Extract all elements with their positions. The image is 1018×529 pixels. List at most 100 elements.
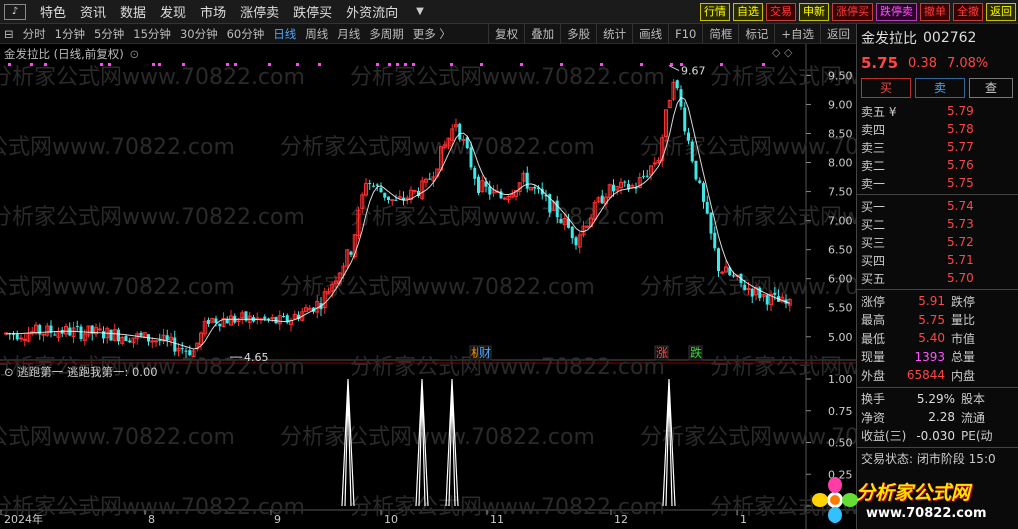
- signal-dot: [8, 63, 11, 66]
- stat-row: 换手 5.29% 股本: [857, 390, 1018, 409]
- stat-value: 5.40: [918, 331, 945, 346]
- asks-row[interactable]: 卖五 ¥ 5.79: [857, 102, 1018, 120]
- candle-body: [79, 326, 83, 340]
- menu-more-caret-icon[interactable]: ▼: [416, 6, 424, 17]
- candle-body: [109, 329, 113, 341]
- stat-value: 1393: [914, 349, 945, 364]
- buy-button[interactable]: 买: [861, 78, 911, 98]
- chart-options-icon[interactable]: ⊙: [129, 47, 139, 61]
- period-2[interactable]: 5分钟: [94, 26, 124, 42]
- period-7[interactable]: 周线: [305, 26, 328, 42]
- candle-body: [675, 80, 679, 89]
- menu-features[interactable]: 特色: [40, 2, 66, 21]
- event-marker-1: 财: [479, 346, 491, 360]
- candle-body: [173, 337, 177, 352]
- signal-dot: [560, 63, 563, 66]
- quick-button-0[interactable]: 行情: [700, 3, 730, 21]
- menu-market[interactable]: 市场: [200, 2, 226, 21]
- bids-row[interactable]: 买五 5.70: [857, 269, 1018, 287]
- asks-row[interactable]: 卖三 5.77: [857, 138, 1018, 156]
- tool-button-1[interactable]: 叠加: [524, 24, 560, 44]
- bids-label: 买五: [861, 271, 886, 286]
- watermark-text: 分析家公式网www.70822.com: [0, 65, 305, 90]
- period-8[interactable]: 月线: [337, 26, 360, 42]
- candle-body: [623, 181, 627, 183]
- stat-label-2: 跌停: [951, 294, 976, 309]
- quick-button-6[interactable]: 撤单: [920, 3, 950, 21]
- tool-button-0[interactable]: 复权: [488, 24, 524, 44]
- stat-value: 5.91: [918, 294, 945, 309]
- signal-dot: [388, 63, 391, 66]
- quick-button-3[interactable]: 申新: [799, 3, 829, 21]
- quick-button-5[interactable]: 跌停卖: [876, 3, 917, 21]
- kline-chart[interactable]: 分析家公式网www.70822.com 分析家公式网www.70822.com 分析…: [0, 44, 856, 529]
- quick-button-8[interactable]: 返回: [986, 3, 1016, 21]
- candle-body: [270, 317, 275, 320]
- period-0[interactable]: 分时: [23, 26, 46, 42]
- menu-data[interactable]: 数据: [120, 2, 146, 21]
- chart-corner-icons[interactable]: ◇ ◇: [772, 46, 792, 59]
- candle-body: [765, 295, 769, 305]
- candle-body: [102, 331, 105, 339]
- candle-body: [188, 350, 192, 356]
- indicator-toggle-icon[interactable]: ⊙: [4, 365, 14, 379]
- candle-body: [274, 317, 278, 324]
- period-10[interactable]: 更多 〉: [413, 26, 451, 42]
- candle-body: [559, 218, 563, 223]
- bids-row[interactable]: 买一 5.74: [857, 197, 1018, 215]
- menu-foreign-flow[interactable]: 外资流向: [346, 2, 398, 21]
- candle-body: [732, 275, 735, 277]
- date-tick-label: 8: [148, 513, 155, 526]
- asks-label: 卖一: [861, 176, 886, 191]
- menu-limit-down-buy[interactable]: 跌停买: [293, 2, 332, 21]
- candle-body: [22, 338, 27, 341]
- period-3[interactable]: 15分钟: [133, 26, 171, 42]
- tool-button-3[interactable]: 统计: [596, 24, 632, 44]
- chart-toolbar: 复权 叠加 多股 统计 画线 F10 简框 标记 +自选 返回: [488, 24, 856, 44]
- signal-dot: [640, 63, 643, 66]
- app-logo-icon[interactable]: ♪: [4, 3, 26, 20]
- period-1[interactable]: 1分钟: [55, 26, 85, 42]
- stat-label: 现量: [861, 350, 886, 365]
- signal-dot: [762, 63, 765, 66]
- tool-button-9[interactable]: 返回: [820, 24, 856, 44]
- sell-button[interactable]: 卖: [915, 78, 965, 98]
- bids-row[interactable]: 买四 5.71: [857, 251, 1018, 269]
- period-4[interactable]: 30分钟: [180, 26, 218, 42]
- bids-row[interactable]: 买三 5.72: [857, 233, 1018, 251]
- stock-name: 金发拉比: [861, 31, 917, 47]
- quick-button-7[interactable]: 全撤: [953, 3, 983, 21]
- bids-row[interactable]: 买二 5.73: [857, 215, 1018, 233]
- asks-row[interactable]: 卖四 5.78: [857, 120, 1018, 138]
- tool-button-2[interactable]: 多股: [560, 24, 596, 44]
- query-button[interactable]: 查: [969, 78, 1013, 98]
- signal-dot: [412, 63, 415, 66]
- menu-limit-up-sell[interactable]: 涨停卖: [240, 2, 279, 21]
- candle-body: [570, 226, 574, 239]
- tool-button-7[interactable]: 标记: [738, 24, 774, 44]
- period-toggle-icon[interactable]: ⊟: [4, 27, 14, 41]
- tool-button-4[interactable]: 画线: [632, 24, 668, 44]
- watermark-text: 分析家公式网www.70822.com: [350, 65, 665, 90]
- signal-dot: [376, 63, 379, 66]
- stock-code: 002762: [923, 30, 977, 46]
- quick-button-1[interactable]: 自选: [733, 3, 763, 21]
- asks-price: 5.79: [947, 104, 974, 118]
- asks-row[interactable]: 卖二 5.76: [857, 156, 1018, 174]
- signal-dot: [318, 63, 321, 66]
- candle-body: [383, 192, 387, 198]
- period-9[interactable]: 多周期: [369, 26, 404, 42]
- menu-discover[interactable]: 发现: [160, 2, 186, 21]
- quick-button-4[interactable]: 涨停买: [832, 3, 873, 21]
- candle-body: [375, 184, 379, 186]
- period-6[interactable]: 日线: [273, 26, 296, 42]
- price-change-pct: 7.08%: [946, 55, 989, 71]
- tool-button-6[interactable]: 简框: [702, 24, 738, 44]
- tool-button-8[interactable]: +自选: [774, 24, 820, 44]
- asks-row[interactable]: 卖一 5.75: [857, 174, 1018, 192]
- candle-body: [574, 237, 578, 246]
- period-5[interactable]: 60分钟: [227, 26, 265, 42]
- tool-button-5[interactable]: F10: [668, 24, 702, 44]
- menu-news[interactable]: 资讯: [80, 2, 106, 21]
- quick-button-2[interactable]: 交易: [766, 3, 796, 21]
